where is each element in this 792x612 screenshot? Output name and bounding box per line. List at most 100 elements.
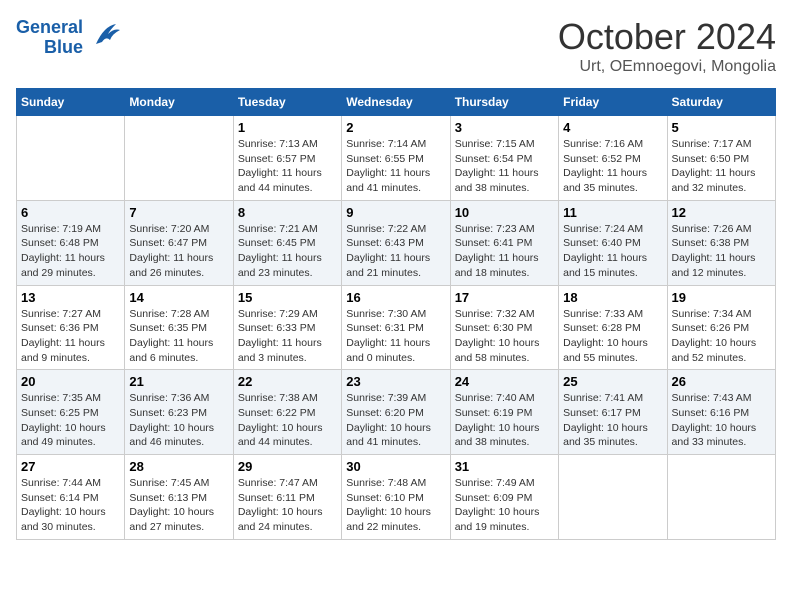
day-number: 14 bbox=[129, 290, 228, 305]
day-info: Sunrise: 7:48 AM Sunset: 6:10 PM Dayligh… bbox=[346, 476, 445, 535]
day-info: Sunrise: 7:26 AM Sunset: 6:38 PM Dayligh… bbox=[672, 222, 771, 281]
day-number: 24 bbox=[455, 374, 554, 389]
day-info: Sunrise: 7:39 AM Sunset: 6:20 PM Dayligh… bbox=[346, 391, 445, 450]
day-cell bbox=[667, 455, 775, 540]
day-number: 16 bbox=[346, 290, 445, 305]
location: Urt, OEmnoegovi, Mongolia bbox=[558, 58, 776, 76]
day-info: Sunrise: 7:30 AM Sunset: 6:31 PM Dayligh… bbox=[346, 307, 445, 366]
day-number: 20 bbox=[21, 374, 120, 389]
col-header-friday: Friday bbox=[559, 89, 667, 116]
day-cell: 19 Sunrise: 7:34 AM Sunset: 6:26 PM Dayli… bbox=[667, 285, 775, 370]
day-cell: 1Sunrise: 7:13 AM Sunset: 6:57 PM Daylig… bbox=[233, 116, 341, 201]
day-cell: 13 Sunrise: 7:27 AM Sunset: 6:36 PM Dayli… bbox=[17, 285, 125, 370]
day-number: 12 bbox=[672, 205, 771, 220]
week-row-4: 20 Sunrise: 7:35 AM Sunset: 6:25 PM Dayli… bbox=[17, 370, 776, 455]
day-info: Sunrise: 7:34 AM Sunset: 6:26 PM Dayligh… bbox=[672, 307, 771, 366]
day-cell bbox=[17, 116, 125, 201]
calendar-table: SundayMondayTuesdayWednesdayThursdayFrid… bbox=[16, 88, 776, 540]
day-cell: 4 Sunrise: 7:16 AM Sunset: 6:52 PM Daylig… bbox=[559, 116, 667, 201]
day-cell: 9 Sunrise: 7:22 AM Sunset: 6:43 PM Daylig… bbox=[342, 200, 450, 285]
day-info: Sunrise: 7:36 AM Sunset: 6:23 PM Dayligh… bbox=[129, 391, 228, 450]
day-info: Sunrise: 7:27 AM Sunset: 6:36 PM Dayligh… bbox=[21, 307, 120, 366]
logo-bird-icon bbox=[86, 16, 124, 59]
day-number: 26 bbox=[672, 374, 771, 389]
day-info: Sunrise: 7:29 AM Sunset: 6:33 PM Dayligh… bbox=[238, 307, 337, 366]
logo-line2: Blue bbox=[44, 38, 83, 58]
day-cell: 29 Sunrise: 7:47 AM Sunset: 6:11 PM Dayli… bbox=[233, 455, 341, 540]
day-number: 19 bbox=[672, 290, 771, 305]
day-cell: 31Sunrise: 7:49 AM Sunset: 6:09 PM Dayli… bbox=[450, 455, 558, 540]
day-number: 27 bbox=[21, 459, 120, 474]
day-number: 22 bbox=[238, 374, 337, 389]
day-number: 31 bbox=[455, 459, 554, 474]
col-header-wednesday: Wednesday bbox=[342, 89, 450, 116]
day-cell: 20 Sunrise: 7:35 AM Sunset: 6:25 PM Dayli… bbox=[17, 370, 125, 455]
col-header-monday: Monday bbox=[125, 89, 233, 116]
day-number: 2 bbox=[346, 120, 445, 135]
day-info: Sunrise: 7:20 AM Sunset: 6:47 PM Dayligh… bbox=[129, 222, 228, 281]
day-info: Sunrise: 7:47 AM Sunset: 6:11 PM Dayligh… bbox=[238, 476, 337, 535]
day-number: 10 bbox=[455, 205, 554, 220]
day-cell: 7 Sunrise: 7:20 AM Sunset: 6:47 PM Daylig… bbox=[125, 200, 233, 285]
day-cell: 10 Sunrise: 7:23 AM Sunset: 6:41 PM Dayli… bbox=[450, 200, 558, 285]
header-row: SundayMondayTuesdayWednesdayThursdayFrid… bbox=[17, 89, 776, 116]
day-cell: 26Sunrise: 7:43 AM Sunset: 6:16 PM Dayli… bbox=[667, 370, 775, 455]
col-header-sunday: Sunday bbox=[17, 89, 125, 116]
day-cell bbox=[125, 116, 233, 201]
day-info: Sunrise: 7:32 AM Sunset: 6:30 PM Dayligh… bbox=[455, 307, 554, 366]
day-cell: 16 Sunrise: 7:30 AM Sunset: 6:31 PM Dayli… bbox=[342, 285, 450, 370]
day-info: Sunrise: 7:14 AM Sunset: 6:55 PM Dayligh… bbox=[346, 137, 445, 196]
week-row-1: 1Sunrise: 7:13 AM Sunset: 6:57 PM Daylig… bbox=[17, 116, 776, 201]
day-number: 29 bbox=[238, 459, 337, 474]
day-number: 28 bbox=[129, 459, 228, 474]
day-info: Sunrise: 7:17 AM Sunset: 6:50 PM Dayligh… bbox=[672, 137, 771, 196]
day-cell: 15 Sunrise: 7:29 AM Sunset: 6:33 PM Dayli… bbox=[233, 285, 341, 370]
day-cell: 21 Sunrise: 7:36 AM Sunset: 6:23 PM Dayli… bbox=[125, 370, 233, 455]
day-number: 7 bbox=[129, 205, 228, 220]
month-title: October 2024 bbox=[558, 16, 776, 58]
day-cell: 18Sunrise: 7:33 AM Sunset: 6:28 PM Dayli… bbox=[559, 285, 667, 370]
day-info: Sunrise: 7:44 AM Sunset: 6:14 PM Dayligh… bbox=[21, 476, 120, 535]
day-cell: 2 Sunrise: 7:14 AM Sunset: 6:55 PM Daylig… bbox=[342, 116, 450, 201]
day-number: 6 bbox=[21, 205, 120, 220]
day-number: 17 bbox=[455, 290, 554, 305]
day-cell: 17 Sunrise: 7:32 AM Sunset: 6:30 PM Dayli… bbox=[450, 285, 558, 370]
day-cell: 22 Sunrise: 7:38 AM Sunset: 6:22 PM Dayli… bbox=[233, 370, 341, 455]
day-number: 21 bbox=[129, 374, 228, 389]
day-cell: 11Sunrise: 7:24 AM Sunset: 6:40 PM Dayli… bbox=[559, 200, 667, 285]
day-cell: 6 Sunrise: 7:19 AM Sunset: 6:48 PM Daylig… bbox=[17, 200, 125, 285]
day-cell: 12 Sunrise: 7:26 AM Sunset: 6:38 PM Dayli… bbox=[667, 200, 775, 285]
day-cell: 24 Sunrise: 7:40 AM Sunset: 6:19 PM Dayli… bbox=[450, 370, 558, 455]
day-info: Sunrise: 7:33 AM Sunset: 6:28 PM Dayligh… bbox=[563, 307, 662, 366]
day-info: Sunrise: 7:19 AM Sunset: 6:48 PM Dayligh… bbox=[21, 222, 120, 281]
day-info: Sunrise: 7:24 AM Sunset: 6:40 PM Dayligh… bbox=[563, 222, 662, 281]
day-cell: 23 Sunrise: 7:39 AM Sunset: 6:20 PM Dayli… bbox=[342, 370, 450, 455]
col-header-saturday: Saturday bbox=[667, 89, 775, 116]
day-info: Sunrise: 7:13 AM Sunset: 6:57 PM Dayligh… bbox=[238, 137, 337, 196]
logo-line1: General bbox=[16, 18, 83, 38]
day-info: Sunrise: 7:35 AM Sunset: 6:25 PM Dayligh… bbox=[21, 391, 120, 450]
day-info: Sunrise: 7:40 AM Sunset: 6:19 PM Dayligh… bbox=[455, 391, 554, 450]
day-cell: 8 Sunrise: 7:21 AM Sunset: 6:45 PM Daylig… bbox=[233, 200, 341, 285]
header: General Blue October 2024 Urt, OEmnoegov… bbox=[16, 16, 776, 76]
day-info: Sunrise: 7:38 AM Sunset: 6:22 PM Dayligh… bbox=[238, 391, 337, 450]
day-number: 15 bbox=[238, 290, 337, 305]
day-info: Sunrise: 7:28 AM Sunset: 6:35 PM Dayligh… bbox=[129, 307, 228, 366]
day-number: 9 bbox=[346, 205, 445, 220]
day-number: 8 bbox=[238, 205, 337, 220]
day-info: Sunrise: 7:16 AM Sunset: 6:52 PM Dayligh… bbox=[563, 137, 662, 196]
day-info: Sunrise: 7:22 AM Sunset: 6:43 PM Dayligh… bbox=[346, 222, 445, 281]
day-info: Sunrise: 7:23 AM Sunset: 6:41 PM Dayligh… bbox=[455, 222, 554, 281]
col-header-tuesday: Tuesday bbox=[233, 89, 341, 116]
day-number: 5 bbox=[672, 120, 771, 135]
day-number: 4 bbox=[563, 120, 662, 135]
day-cell: 3Sunrise: 7:15 AM Sunset: 6:54 PM Daylig… bbox=[450, 116, 558, 201]
week-row-3: 13 Sunrise: 7:27 AM Sunset: 6:36 PM Dayli… bbox=[17, 285, 776, 370]
day-number: 13 bbox=[21, 290, 120, 305]
day-number: 30 bbox=[346, 459, 445, 474]
day-number: 23 bbox=[346, 374, 445, 389]
logo: General Blue bbox=[16, 16, 124, 59]
col-header-thursday: Thursday bbox=[450, 89, 558, 116]
day-info: Sunrise: 7:21 AM Sunset: 6:45 PM Dayligh… bbox=[238, 222, 337, 281]
day-number: 3 bbox=[455, 120, 554, 135]
